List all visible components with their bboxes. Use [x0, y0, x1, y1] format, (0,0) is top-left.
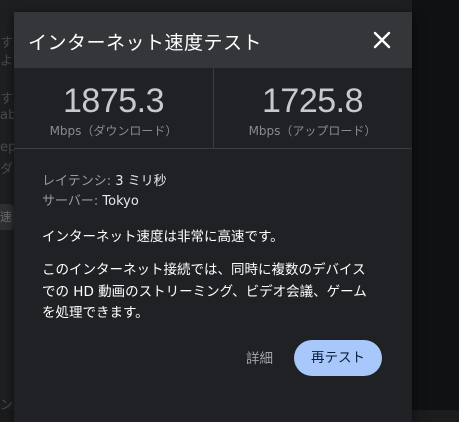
upload-speed-unit: Mbps（アップロード） [248, 124, 377, 138]
latency-label: レイテンシ: [42, 174, 112, 189]
background-text-fragment: より [0, 54, 14, 69]
section-divider [14, 148, 412, 149]
speed-test-dialog: インターネット速度テスト 1875.3 Mbps（ダウンロード） 1725.8 … [14, 12, 412, 422]
page-side-panel [412, 0, 459, 410]
download-speed-unit: Mbps（ダウンロード） [49, 124, 178, 138]
results-divider [213, 68, 214, 148]
dialog-header: インターネット速度テスト [14, 12, 412, 68]
description-line: を処理できます。 [42, 305, 149, 321]
background-text-fragment: す速 [0, 36, 14, 51]
server-info: サーバー: Tokyo [42, 190, 139, 209]
description-line: での HD 動画のストリーミング、ビデオ会議、ゲーム [42, 283, 367, 300]
download-speed-value: 1875.3 [63, 82, 165, 120]
background-chip: 速 [0, 204, 14, 230]
upload-speed-value: 1725.8 [262, 82, 364, 120]
upload-result: 1725.8 Mbps（アップロード） [213, 82, 412, 148]
latency-value: 3 ミリ秒 [115, 174, 167, 189]
background-text-fragment: ン [0, 398, 14, 413]
dialog-title: インターネット速度テスト [28, 32, 263, 54]
latency-info: レイテンシ: 3 ミリ秒 [42, 170, 167, 189]
background-text-fragment: ab [0, 108, 14, 123]
speed-summary: インターネット速度は非常に高速です。 [42, 229, 284, 245]
retest-button[interactable]: 再テスト [294, 340, 382, 376]
server-label: サーバー: [42, 194, 99, 209]
server-value: Tokyo [102, 194, 139, 209]
description-line: このインターネット接続では、同時に複数のデバイス [42, 262, 366, 278]
close-icon [373, 31, 391, 49]
speed-description: このインターネット接続では、同時に複数のデバイス での HD 動画のストリーミン… [42, 260, 392, 325]
background-text-fragment: す [0, 92, 14, 107]
background-text-fragment: ダ [0, 162, 14, 177]
download-result: 1875.3 Mbps（ダウンロード） [14, 82, 213, 148]
close-button[interactable] [368, 26, 396, 54]
background-text-fragment: ep [0, 140, 14, 155]
details-link[interactable]: 詳細 [246, 347, 273, 367]
